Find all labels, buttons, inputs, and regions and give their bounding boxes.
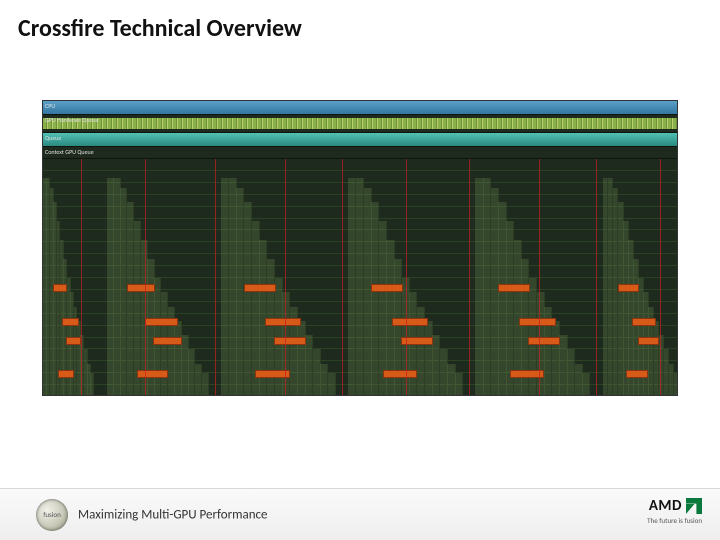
frame-divider (342, 159, 343, 396)
frame-divider (660, 159, 661, 396)
amd-tagline: The future is fusion (647, 516, 702, 525)
amd-brand-text: AMD (649, 497, 682, 515)
timeline-row-cpu: CPU (43, 101, 677, 115)
row-label-context: Context GPU Queue (45, 148, 94, 156)
profiler-panel: CPU GPU Hardware Queue Queue Context GPU… (42, 100, 678, 396)
amd-logo: AMD The future is fusion (647, 497, 702, 525)
marker-block (626, 370, 649, 378)
frame-divider (539, 159, 540, 396)
hw-tick-band (43, 118, 677, 129)
marker-block (638, 337, 659, 345)
page-title: Crossfire Technical Overview (18, 14, 302, 43)
amd-arrow-icon (686, 498, 702, 514)
timeline-row-context: Context GPU Queue (43, 147, 677, 159)
marker-block (274, 337, 306, 345)
footer-subtitle: Maximizing Multi-GPU Performance (78, 507, 268, 522)
marker-block (383, 370, 417, 378)
profiler-chart (43, 159, 677, 396)
marker-block (244, 284, 276, 292)
marker-block (153, 337, 181, 345)
marker-block (392, 318, 429, 326)
fusion-logo-text: fusion (43, 510, 61, 519)
marker-block (145, 318, 178, 326)
timeline-row-gpu-hw: GPU Hardware Queue (43, 115, 677, 133)
frame-divider (81, 159, 82, 396)
frame-divider (145, 159, 146, 396)
marker-block (53, 284, 67, 292)
frame-divider (285, 159, 286, 396)
frame-divider (406, 159, 407, 396)
frame-divider (596, 159, 597, 396)
frame-divider (215, 159, 216, 396)
marker-block (371, 284, 403, 292)
marker-block (519, 318, 556, 326)
marker-block (66, 337, 80, 345)
marker-block (632, 318, 656, 326)
marker-block (62, 318, 78, 326)
fusion-logo: fusion (36, 499, 68, 531)
marker-block (265, 318, 302, 326)
row-label-queue: Queue (45, 134, 61, 142)
row-label-cpu: CPU (45, 102, 55, 110)
frame-divider (469, 159, 470, 396)
marker-block (137, 370, 168, 378)
footer-bar: fusion Maximizing Multi-GPU Performance … (0, 488, 720, 540)
marker-block (528, 337, 560, 345)
marker-block (127, 284, 155, 292)
marker-block (618, 284, 639, 292)
marker-block (498, 284, 530, 292)
marker-block (58, 370, 73, 378)
timeline-row-queue: Queue (43, 133, 677, 147)
